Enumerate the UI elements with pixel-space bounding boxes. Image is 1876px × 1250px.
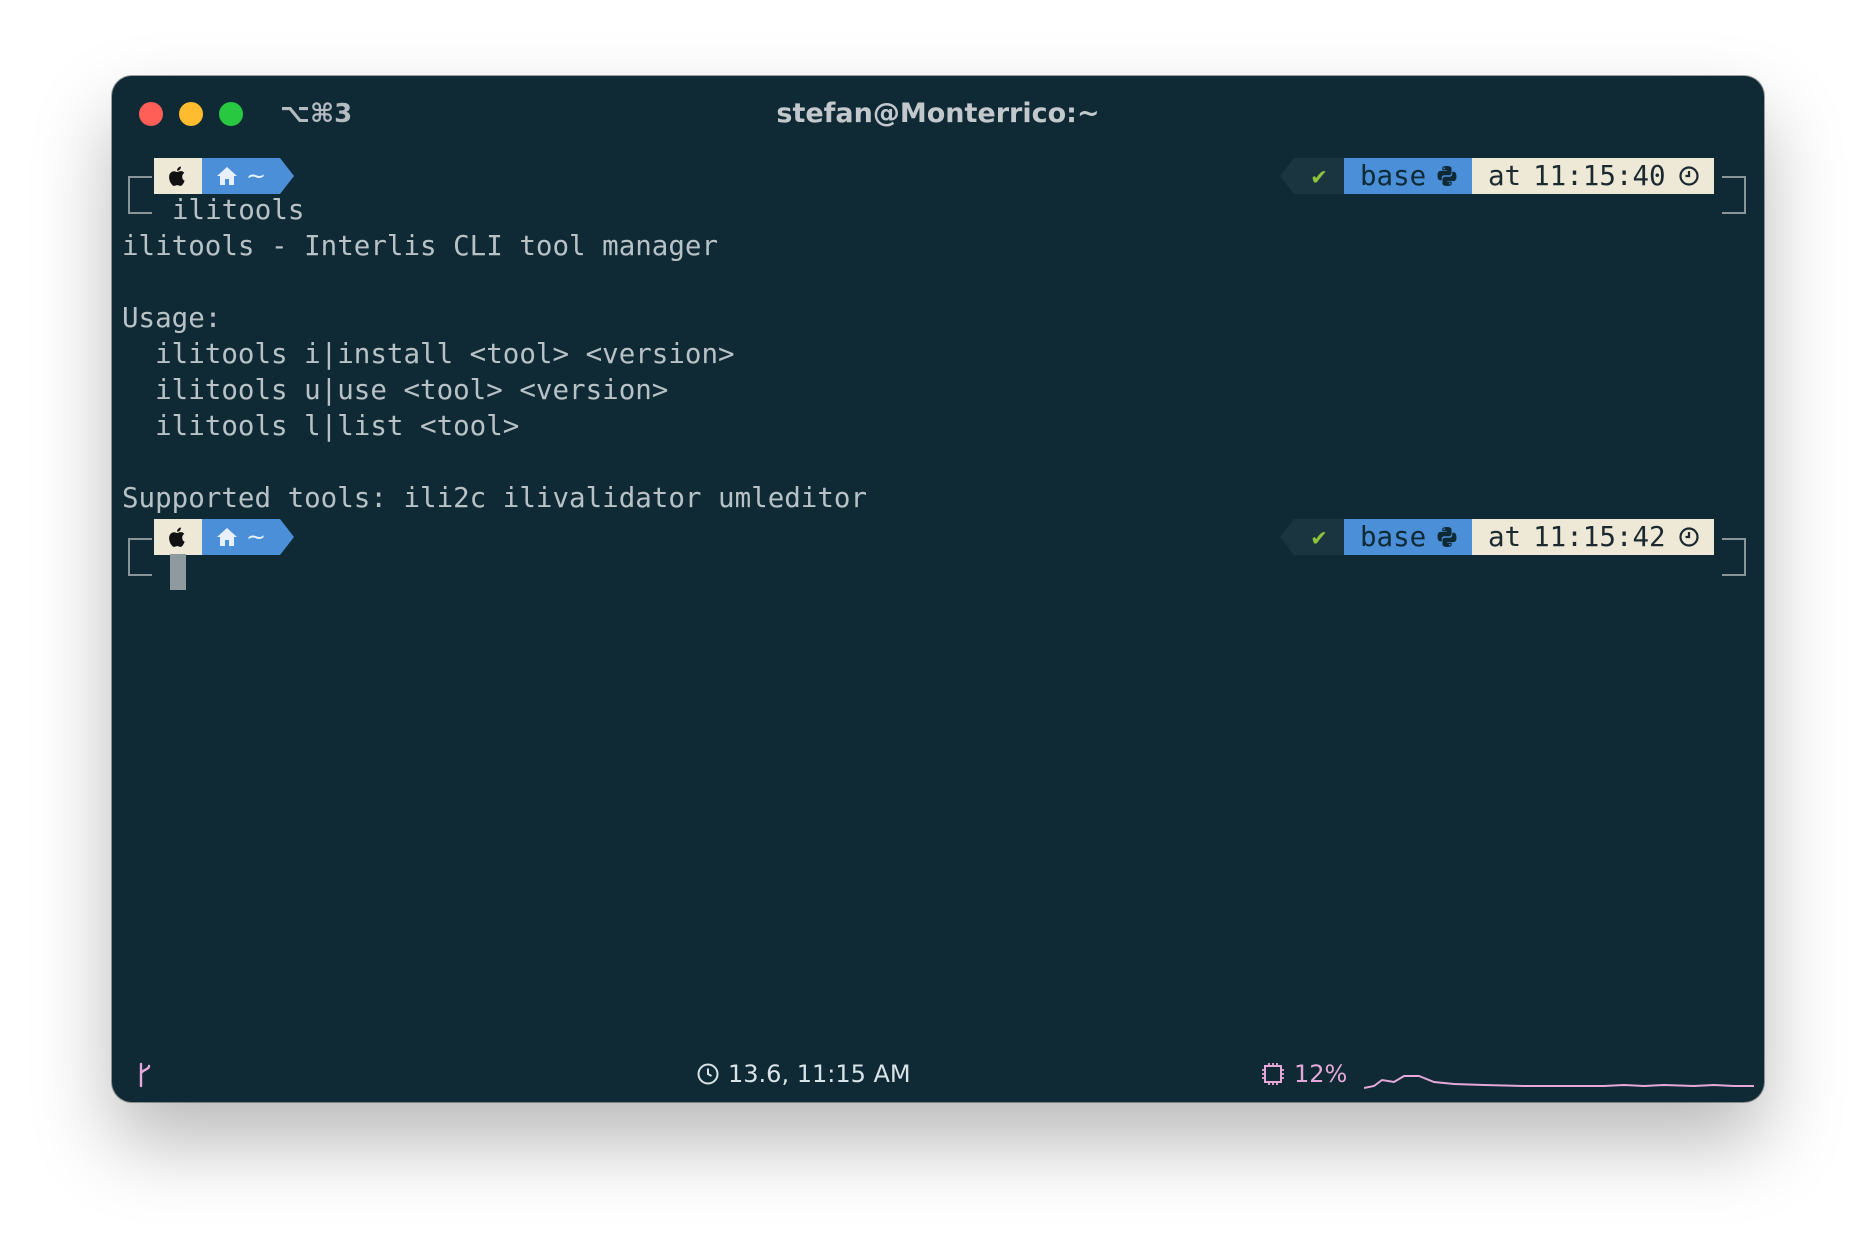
- apple-segment: [154, 519, 202, 555]
- git-branch-icon[interactable]: [136, 1062, 154, 1088]
- python-icon: [1437, 527, 1457, 547]
- command-line: ilitools: [172, 194, 305, 226]
- time-prefix: at: [1488, 160, 1522, 192]
- prompt-bracket-right-top: [1722, 176, 1746, 196]
- time-prefix: at: [1488, 521, 1522, 553]
- clock-icon: [1678, 527, 1699, 547]
- prompt-bracket-right-bottom: [1722, 556, 1746, 576]
- clock-icon: [697, 1063, 719, 1085]
- status-segment: ✔: [1294, 158, 1344, 194]
- cpu-sparkline: [1364, 1075, 1754, 1089]
- time-value: 11:15:40: [1533, 160, 1666, 192]
- env-label: base: [1360, 521, 1427, 553]
- time-segment: at 11:15:40: [1472, 158, 1714, 194]
- clock-icon: [1678, 166, 1699, 186]
- prompt-bracket-left-bottom: [128, 556, 152, 576]
- directory-segment: ~: [202, 519, 280, 555]
- status-clock-text: 13.6, 11:15 AM: [728, 1060, 911, 1088]
- output-line: ilitools u|use <tool> <version>: [122, 374, 669, 406]
- env-segment: base: [1344, 158, 1472, 194]
- directory-segment-arrow: [280, 519, 294, 555]
- status-segment: ✔: [1294, 519, 1344, 555]
- output-line: Usage:: [122, 302, 222, 334]
- apple-icon: [169, 527, 185, 547]
- prompt-bracket-left-top: [128, 176, 152, 196]
- check-icon: ✔: [1311, 162, 1327, 190]
- apple-segment: [154, 158, 202, 194]
- status-clock: 13.6, 11:15 AM: [696, 1060, 911, 1088]
- time-segment: at 11:15:42: [1472, 519, 1714, 555]
- time-value: 11:15:42: [1533, 521, 1666, 553]
- check-icon: ✔: [1311, 523, 1327, 551]
- output-line: ilitools i|install <tool> <version>: [122, 338, 735, 370]
- terminal-window: ⌥⌘3 stefan@Monterrico:~ ~ ✔ base at 11:1…: [112, 76, 1764, 1102]
- cpu-icon: [1262, 1063, 1284, 1085]
- output-line: ilitools - Interlis CLI tool manager: [122, 230, 719, 262]
- home-icon: [217, 167, 237, 185]
- terminal-content[interactable]: ~ ✔ base at 11:15:40 ilitools ilitools -: [112, 76, 1764, 1102]
- home-icon: [217, 528, 237, 546]
- status-cpu: 12%: [1260, 1060, 1347, 1088]
- apple-icon: [169, 166, 185, 186]
- directory-segment-arrow: [280, 158, 294, 194]
- output-line: Supported tools: ili2c ilivalidator umle…: [122, 482, 868, 514]
- prompt-bracket-right-top: [1722, 538, 1746, 558]
- status-segment-arrow: [1280, 519, 1294, 555]
- env-label: base: [1360, 160, 1427, 192]
- output-line: ilitools l|list <tool>: [122, 410, 520, 442]
- env-segment: base: [1344, 519, 1472, 555]
- directory-segment: ~: [202, 158, 280, 194]
- directory-label: ~: [246, 523, 267, 551]
- prompt-bracket-left-bottom: [128, 194, 152, 214]
- status-bar: 13.6, 11:15 AM 12%: [112, 1054, 1764, 1102]
- python-icon: [1437, 166, 1457, 186]
- text-cursor: [170, 554, 186, 590]
- directory-label: ~: [246, 162, 267, 190]
- status-cpu-text: 12%: [1294, 1060, 1348, 1088]
- prompt-bracket-right-bottom: [1722, 194, 1746, 214]
- status-segment-arrow: [1280, 158, 1294, 194]
- prompt-bracket-left-top: [128, 538, 152, 558]
